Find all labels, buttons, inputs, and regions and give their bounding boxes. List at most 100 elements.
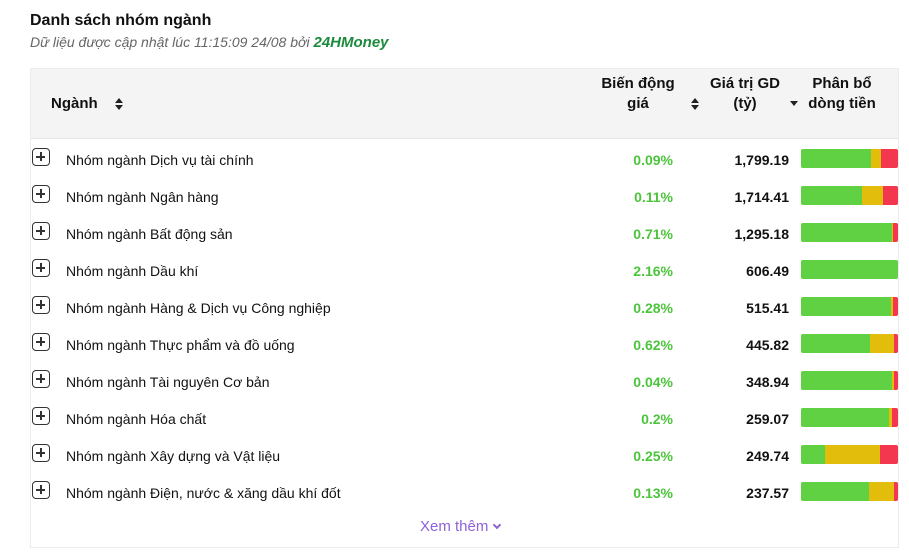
flow-in-segment [801,186,863,205]
flow-out-segment [894,482,898,501]
industry-name[interactable]: Nhóm ngành Điện, nước & xăng dầu khí đốt [66,485,341,501]
chevron-down-icon [493,520,502,530]
industry-name[interactable]: Nhóm ngành Thực phẩm và đồ uống [66,337,295,353]
flow-out-segment [893,223,898,242]
price-change: 0.62% [633,337,673,353]
sort-desc-icon[interactable] [790,101,798,107]
header-nganh-label: Ngành [51,95,98,112]
flow-out-segment [880,149,898,168]
industry-name[interactable]: Nhóm ngành Dầu khí [66,263,198,279]
industry-name[interactable]: Nhóm ngành Xây dựng và Vật liệu [66,448,280,464]
flow-neutral-segment [869,334,895,353]
expand-plus-icon[interactable] [32,481,50,499]
flow-in-segment [801,408,890,427]
header-phan-bo-label: Phân bổ dòng tiền [808,75,876,112]
flow-in-segment [801,149,871,168]
trade-value: 1,799.19 [734,152,790,168]
table-row[interactable]: Nhóm ngành Ngân hàng 0.11% 1,714.41 [31,178,898,215]
flow-in-segment [801,482,869,501]
show-more-button[interactable]: Xem thêm [420,518,502,535]
money-flow-bar [801,445,898,464]
update-info: Dữ liệu được cập nhật lúc 11:15:09 24/08… [30,34,389,51]
flow-out-segment [894,371,898,390]
brand-logo[interactable]: 24HMoney [313,34,388,51]
price-change: 0.71% [633,226,673,242]
flow-in-segment [801,334,870,353]
table-row[interactable]: Nhóm ngành Hóa chất 0.2% 259.07 [31,400,898,437]
table-row[interactable]: Nhóm ngành Điện, nước & xăng dầu khí đốt… [31,474,898,511]
trade-value: 515.41 [746,300,789,316]
money-flow-bar [801,186,898,205]
expand-plus-icon[interactable] [32,370,50,388]
trade-value: 249.74 [746,448,789,464]
industry-name[interactable]: Nhóm ngành Dịch vụ tài chính [66,152,254,168]
flow-out-segment [883,186,898,205]
trade-value: 259.07 [746,411,789,427]
expand-plus-icon[interactable] [32,148,50,166]
industry-name[interactable]: Nhóm ngành Tài nguyên Cơ bản [66,374,270,390]
flow-in-segment [801,445,826,464]
trade-value: 348.94 [746,374,789,390]
trade-value: 1,295.18 [734,226,790,242]
trade-value: 1,714.41 [734,189,790,205]
table-row[interactable]: Nhóm ngành Dầu khí 2.16% 606.49 [31,252,898,289]
trade-value: 445.82 [746,337,789,353]
trade-value: 606.49 [746,263,789,279]
header-gia-tri-gd-label: Giá trị GD (tỷ) [709,75,780,112]
flow-in-segment [801,223,893,242]
trade-value: 237.57 [746,485,789,501]
table-row[interactable]: Nhóm ngành Hàng & Dịch vụ Công nghiệp 0.2… [31,289,898,326]
header-phan-bo[interactable]: Phân bổ dòng tiền [799,74,885,114]
price-change: 0.25% [633,448,673,464]
money-flow-bar [801,223,898,242]
flow-in-segment [801,371,893,390]
price-change: 0.2% [641,411,673,427]
header-nganh[interactable]: Ngành [51,94,98,114]
flow-out-segment [893,297,898,316]
flow-neutral-segment [862,186,884,205]
industry-name[interactable]: Nhóm ngành Ngân hàng [66,189,219,205]
table-row[interactable]: Nhóm ngành Dịch vụ tài chính 0.09% 1,799.1… [31,141,898,178]
industry-name[interactable]: Nhóm ngành Bất động sản [66,226,233,242]
flow-out-segment [894,334,898,353]
money-flow-bar [801,334,898,353]
flow-neutral-segment [825,445,880,464]
flow-out-segment [892,408,898,427]
table-row[interactable]: Nhóm ngành Thực phẩm và đồ uống 0.62% 445.… [31,326,898,363]
table-row[interactable]: Nhóm ngành Bất động sản 0.71% 1,295.18 [31,215,898,252]
expand-plus-icon[interactable] [32,444,50,462]
flow-neutral-segment [870,149,881,168]
expand-plus-icon[interactable] [32,185,50,203]
expand-plus-icon[interactable] [32,296,50,314]
industry-table: Ngành Biến động giá Giá trị GD (tỷ) Phân… [30,68,899,548]
price-change: 0.09% [633,152,673,168]
industry-name[interactable]: Nhóm ngành Hóa chất [66,411,206,427]
page-title: Danh sách nhóm ngành [30,12,212,29]
price-change: 0.28% [633,300,673,316]
expand-plus-icon[interactable] [32,259,50,277]
money-flow-bar [801,149,898,168]
sort-icon[interactable] [691,98,699,110]
price-change: 0.13% [633,485,673,501]
flow-out-segment [879,445,898,464]
money-flow-bar [801,297,898,316]
expand-plus-icon[interactable] [32,407,50,425]
flow-in-segment [801,260,898,279]
price-change: 0.04% [633,374,673,390]
flow-neutral-segment [868,482,895,501]
expand-plus-icon[interactable] [32,333,50,351]
header-bien-dong-gia[interactable]: Biến động giá [597,74,679,114]
money-flow-bar [801,408,898,427]
table-row[interactable]: Nhóm ngành Tài nguyên Cơ bản 0.04% 348.94 [31,363,898,400]
sort-icon[interactable] [115,98,123,110]
flow-in-segment [801,297,892,316]
industry-name[interactable]: Nhóm ngành Hàng & Dịch vụ Công nghiệp [66,300,331,316]
update-timestamp: Dữ liệu được cập nhật lúc 11:15:09 24/08… [30,34,310,50]
table-row[interactable]: Nhóm ngành Xây dựng và Vật liệu 0.25% 249.… [31,437,898,474]
money-flow-bar [801,260,898,279]
header-gia-tri-gd[interactable]: Giá trị GD (tỷ) [705,74,785,114]
header-bien-dong-gia-label: Biến động giá [601,75,675,112]
expand-plus-icon[interactable] [32,222,50,240]
table-header: Ngành Biến động giá Giá trị GD (tỷ) Phân… [31,69,898,139]
money-flow-bar [801,371,898,390]
